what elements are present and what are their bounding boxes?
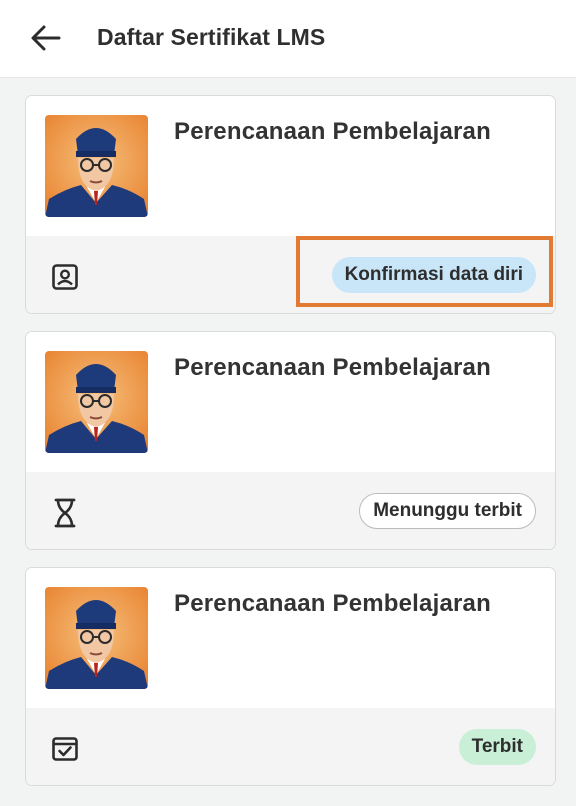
confirm-identity-button[interactable]: Konfirmasi data diri xyxy=(331,257,536,293)
arrow-left-icon xyxy=(31,25,61,51)
certificate-card-footer: Terbit xyxy=(26,708,555,785)
certificate-card[interactable]: Perencanaan Pembelajaran Menunggu terbit xyxy=(25,331,556,550)
course-title: Perencanaan Pembelajaran xyxy=(174,118,491,145)
hourglass-icon xyxy=(50,498,80,528)
certificate-card[interactable]: Perencanaan Pembelajaran Terbit xyxy=(25,567,556,786)
certificate-card-header: Perencanaan Pembelajaran xyxy=(26,332,555,472)
certificate-card[interactable]: Perencanaan Pembelajaran Konfirmasi data… xyxy=(25,95,556,314)
certificate-card-footer: Konfirmasi data diri xyxy=(26,236,555,313)
certificate-card-footer: Menunggu terbit xyxy=(26,472,555,549)
course-title: Perencanaan Pembelajaran xyxy=(174,354,491,381)
course-thumbnail xyxy=(45,115,148,217)
course-thumbnail xyxy=(45,351,148,453)
certificate-card-header: Perencanaan Pembelajaran xyxy=(26,568,555,708)
waiting-issue-badge[interactable]: Menunggu terbit xyxy=(359,493,536,529)
app-bar: Daftar Sertifikat LMS xyxy=(0,0,576,78)
certificate-card-header: Perencanaan Pembelajaran xyxy=(26,96,555,236)
back-button[interactable] xyxy=(28,22,64,54)
course-thumbnail xyxy=(45,587,148,689)
check-calendar-icon xyxy=(50,734,80,764)
course-title: Perencanaan Pembelajaran xyxy=(174,590,491,617)
id-card-icon xyxy=(50,262,80,292)
issued-badge[interactable]: Terbit xyxy=(458,729,536,765)
page-title: Daftar Sertifikat LMS xyxy=(97,24,326,50)
